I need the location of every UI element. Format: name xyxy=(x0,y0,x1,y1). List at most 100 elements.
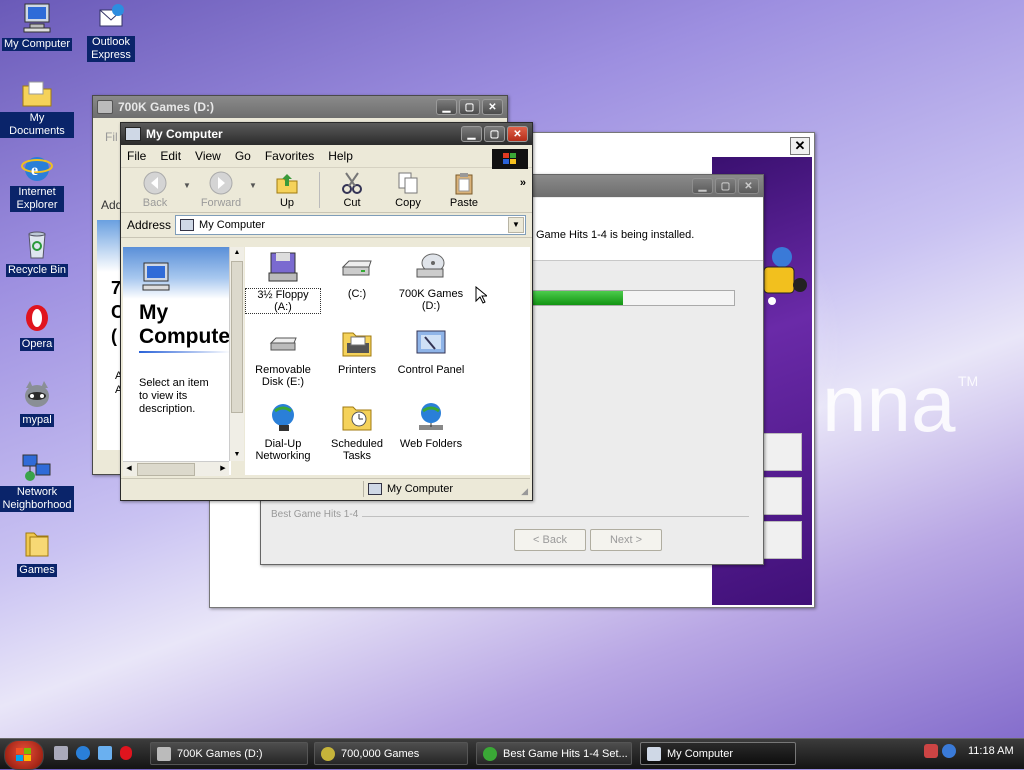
desktop-icon-outlook-express[interactable]: Outlook Express xyxy=(74,2,148,62)
network-tray-icon[interactable] xyxy=(942,744,956,758)
taskbar-item-my-computer[interactable]: My Computer xyxy=(640,742,796,765)
up-toolbar-button[interactable]: Up xyxy=(259,171,315,209)
dial-up-networking-icon xyxy=(265,401,301,435)
back-toolbar-button[interactable]: Back xyxy=(127,171,183,209)
scrollbar-thumb[interactable] xyxy=(231,261,243,413)
setup-footer-label: Best Game Hits 1-4 xyxy=(271,509,363,520)
vertical-scrollbar[interactable]: ▲ ▼ xyxy=(229,247,244,461)
installer-side-button-3[interactable] xyxy=(762,521,802,559)
setup-close-button[interactable]: ✕ xyxy=(738,178,759,194)
installer-logo: nna xyxy=(822,359,956,448)
taskbar-item-700k-games[interactable]: 700K Games (D:) xyxy=(150,742,308,765)
games-drive-titlebar[interactable]: 700K Games (D:) ▁ ▢ ✕ xyxy=(93,96,507,118)
menu-favorites[interactable]: Favorites xyxy=(265,149,314,163)
back-button[interactable]: < Back xyxy=(514,529,586,551)
outlook-express-icon[interactable] xyxy=(98,746,112,760)
desktop-icon-internet-explorer[interactable]: e Internet Explorer xyxy=(0,152,74,212)
cut-toolbar-button[interactable]: Cut xyxy=(324,171,380,209)
internet-explorer-icon: e xyxy=(20,152,54,184)
setup-maximize-button[interactable]: ▢ xyxy=(715,178,736,194)
item-label: 3½ Floppy (A:) xyxy=(245,288,321,314)
maximize-button[interactable]: ▢ xyxy=(484,126,505,142)
installer-close-button[interactable]: ✕ xyxy=(790,137,810,155)
menu-edit[interactable]: Edit xyxy=(160,149,181,163)
floppy-drive-icon xyxy=(265,251,301,285)
menu-help[interactable]: Help xyxy=(328,149,353,163)
dial-up-networking-item[interactable]: Dial-Up Networking xyxy=(245,401,321,462)
desktop-icon-label: Network Neighborhood xyxy=(0,486,74,512)
taskbar-item-700000-games[interactable]: 700,000 Games xyxy=(314,742,468,765)
desktop-icon-opera[interactable]: Opera xyxy=(0,302,74,351)
horizontal-scrollbar[interactable]: ◀ ▶ xyxy=(123,461,229,476)
installer-side-button-2[interactable] xyxy=(762,477,802,515)
mouse-cursor-icon xyxy=(475,285,489,307)
computer-icon xyxy=(368,483,382,495)
floppy-drive-item[interactable]: 3½ Floppy (A:) xyxy=(245,251,321,314)
back-dropdown-icon[interactable]: ▼ xyxy=(183,181,193,190)
games-menu-file[interactable]: Fil xyxy=(105,130,118,144)
address-input[interactable]: My Computer ▼ xyxy=(175,215,526,235)
games-close-button[interactable]: ✕ xyxy=(482,99,503,115)
desktop-icon-recycle-bin[interactable]: Recycle Bin xyxy=(0,228,74,277)
internet-explorer-icon[interactable] xyxy=(76,746,90,760)
my-computer-window[interactable]: My Computer ▁ ▢ ✕ File Edit View Go Favo… xyxy=(120,122,533,501)
menu-bar: File Edit View Go Favorites Help xyxy=(121,145,532,169)
taskbar-item-best-game-hits[interactable]: Best Game Hits 1-4 Set... xyxy=(476,742,632,765)
status-bar: My Computer ◢ xyxy=(121,478,530,499)
show-desktop-icon[interactable] xyxy=(54,746,68,760)
forward-dropdown-icon[interactable]: ▼ xyxy=(249,181,259,190)
games-folder-icon xyxy=(20,528,54,560)
desktop-icon-games[interactable]: Games xyxy=(0,528,74,577)
web-view-pane: My Computer Select an item to view its d… xyxy=(123,247,231,475)
computer-icon xyxy=(180,219,195,231)
desktop-icon-label: My Computer xyxy=(1,38,73,51)
games-minimize-button[interactable]: ▁ xyxy=(436,99,457,115)
paste-toolbar-button[interactable]: Paste xyxy=(436,171,492,209)
printers-item[interactable]: Printers xyxy=(319,327,395,376)
printer-folder-icon xyxy=(339,327,375,361)
c-drive-item[interactable]: (C:) xyxy=(319,251,395,300)
chevron-down-icon[interactable]: ▼ xyxy=(508,217,524,233)
start-button[interactable] xyxy=(4,740,44,770)
item-label: Web Folders xyxy=(399,438,463,450)
status-text: My Computer xyxy=(387,483,454,495)
setup-minimize-button[interactable]: ▁ xyxy=(692,178,713,194)
control-panel-item[interactable]: Control Panel xyxy=(393,327,469,376)
next-button[interactable]: Next > xyxy=(590,529,662,551)
network-icon xyxy=(20,452,54,484)
games-maximize-button[interactable]: ▢ xyxy=(459,99,480,115)
status-panel: My Computer xyxy=(363,481,518,497)
scrollbar-thumb[interactable] xyxy=(137,463,195,476)
opera-icon[interactable] xyxy=(120,746,132,760)
computer-icon xyxy=(139,261,173,296)
menu-view[interactable]: View xyxy=(195,149,221,163)
clock[interactable]: 11:18 AM xyxy=(968,745,1014,757)
close-button[interactable]: ✕ xyxy=(507,126,528,142)
scissors-icon xyxy=(340,171,364,195)
menu-file[interactable]: File xyxy=(127,149,146,163)
d-drive-item[interactable]: 700K Games (D:) xyxy=(393,251,469,312)
volume-tray-icon[interactable] xyxy=(924,744,938,758)
copy-toolbar-button[interactable]: Copy xyxy=(380,171,436,209)
taskbar: 700K Games (D:) 700,000 Games Best Game … xyxy=(0,738,1024,770)
install-progress-bar xyxy=(531,290,735,306)
menu-go[interactable]: Go xyxy=(235,149,251,163)
desktop-icon-network-neighborhood[interactable]: Network Neighborhood xyxy=(0,452,74,512)
desktop-icon-my-documents[interactable]: My Documents xyxy=(0,78,74,138)
my-computer-titlebar[interactable]: My Computer ▁ ▢ ✕ xyxy=(121,123,532,145)
installer-side-button-1[interactable] xyxy=(762,433,802,471)
address-bar: Address My Computer ▼ xyxy=(121,213,532,238)
desktop-icon-mypal[interactable]: mypal xyxy=(0,378,74,427)
toolbar-overflow-chevron[interactable]: » xyxy=(520,177,526,189)
file-list-area: 3½ Floppy (A:) (C:) 700K Games (D:) Remo… xyxy=(245,247,530,475)
up-label: Up xyxy=(279,197,295,209)
removable-disk-item[interactable]: Removable Disk (E:) xyxy=(245,327,321,388)
installer-logo-tm: TM xyxy=(958,373,979,389)
resize-grip-icon[interactable]: ◢ xyxy=(521,486,528,497)
minimize-button[interactable]: ▁ xyxy=(461,126,482,142)
forward-toolbar-button[interactable]: Forward xyxy=(193,171,249,209)
item-label: Dial-Up Networking xyxy=(255,438,311,462)
desktop-icon-my-computer[interactable]: My Computer xyxy=(0,2,74,51)
scheduled-tasks-item[interactable]: Scheduled Tasks xyxy=(319,401,395,462)
web-folders-item[interactable]: Web Folders xyxy=(393,401,469,450)
